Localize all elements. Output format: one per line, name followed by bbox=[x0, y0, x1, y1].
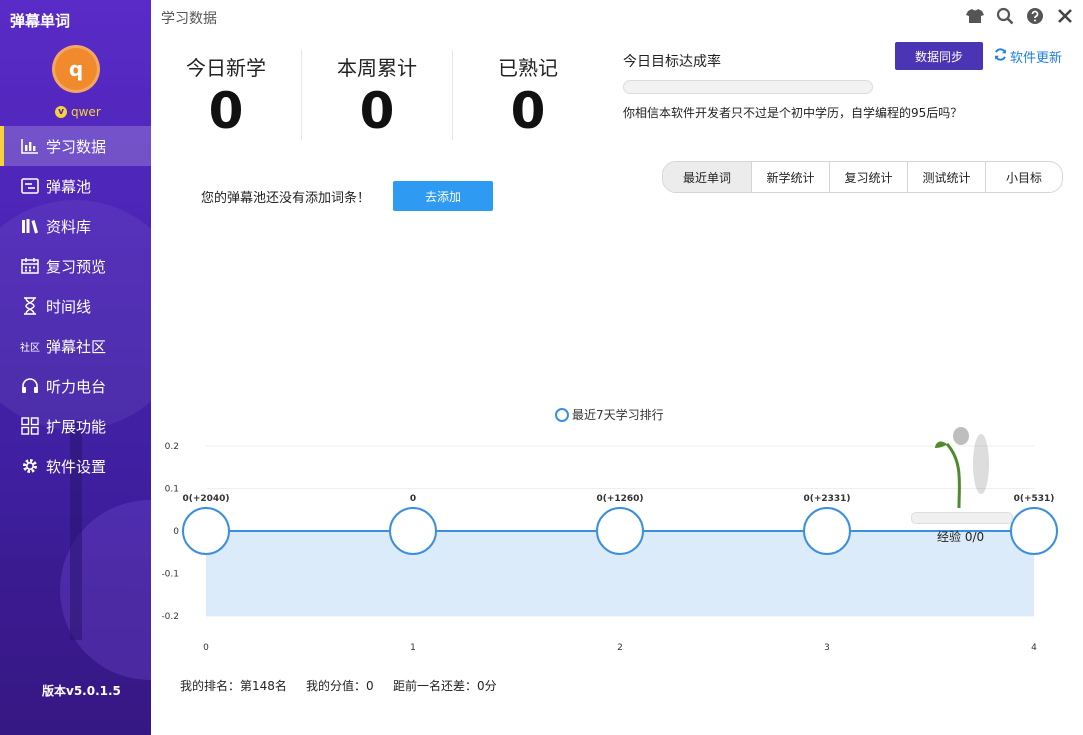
sidebar-item-library[interactable]: 资料库 bbox=[0, 206, 151, 246]
goal-progress-bar bbox=[623, 80, 873, 94]
main-panel: 学习数据 今日新学 0 本周累计 0 已熟记 0 今日目标达成率 你相信本软件开… bbox=[151, 0, 1083, 735]
data-label: 0(+2040) bbox=[182, 494, 229, 504]
data-point bbox=[596, 507, 644, 555]
sidebar-item-review-preview[interactable]: 复习预览 bbox=[0, 246, 151, 286]
y-tick-label: 0.1 bbox=[165, 485, 179, 495]
stat-today-new: 今日新学 0 bbox=[151, 52, 301, 141]
stats-tab-bar: 最近单词 新学统计 复习统计 测试统计 小目标 bbox=[662, 161, 1063, 193]
goal-note: 你相信本软件开发者只不过是个初中学历，自学编程的95后吗？ bbox=[623, 106, 963, 120]
community-icon: 社区 bbox=[20, 342, 40, 354]
data-label: 0(+2331) bbox=[803, 494, 850, 504]
username: qwer bbox=[71, 105, 101, 119]
my-rank: 我的排名：第148名 bbox=[180, 679, 287, 693]
software-update-link[interactable]: 软件更新 bbox=[994, 47, 1062, 66]
help-icon[interactable] bbox=[1025, 6, 1045, 26]
calendar-icon bbox=[20, 256, 40, 276]
legend-label: 最近7天学习排行 bbox=[572, 407, 664, 422]
stat-memorized: 已熟记 0 bbox=[453, 52, 603, 141]
data-point bbox=[803, 507, 851, 555]
sidebar-item-community[interactable]: 社区 弹幕社区 bbox=[0, 326, 151, 366]
y-tick-label: 0 bbox=[173, 527, 179, 537]
window-controls bbox=[965, 6, 1075, 26]
stat-value: 0 bbox=[208, 82, 244, 140]
x-tick-label: 2 bbox=[617, 643, 623, 653]
headphones-icon bbox=[20, 376, 40, 396]
x-tick-label: 4 bbox=[1031, 643, 1037, 653]
sidebar-item-label: 资料库 bbox=[46, 217, 92, 236]
sidebar-item-extensions[interactable]: 扩展功能 bbox=[0, 406, 151, 446]
add-entry-button[interactable]: 去添加 bbox=[393, 181, 493, 211]
sidebar-item-label: 时间线 bbox=[46, 297, 92, 316]
sidebar-item-label: 弹幕社区 bbox=[46, 337, 107, 356]
data-point bbox=[389, 507, 437, 555]
vip-badge-icon: v bbox=[55, 106, 67, 118]
experience-progress-bar bbox=[911, 512, 1013, 524]
shirt-icon[interactable] bbox=[965, 6, 985, 26]
tab-new-stats[interactable]: 新学统计 bbox=[752, 162, 830, 192]
page-title: 学习数据 bbox=[161, 11, 217, 27]
empty-pool-message: 您的弹幕池还没有添加词条！ bbox=[201, 191, 371, 206]
data-label: 0(+1260) bbox=[596, 494, 643, 504]
sprout-icon bbox=[935, 427, 989, 509]
y-tick-label: 0.2 bbox=[165, 442, 179, 452]
stat-value: 0 bbox=[359, 82, 395, 140]
refresh-icon bbox=[994, 48, 1007, 65]
bar-chart-icon bbox=[20, 136, 40, 156]
stat-label: 本周累计 bbox=[337, 56, 417, 80]
update-link-label: 软件更新 bbox=[1010, 51, 1063, 66]
tab-small-goal[interactable]: 小目标 bbox=[986, 162, 1062, 192]
sidebar: 弹幕单词 q v qwer 学习数据 弹幕池 资料库 复习预览 时间线 社区 弹… bbox=[0, 0, 151, 735]
sidebar-item-label: 软件设置 bbox=[46, 457, 107, 476]
score-gap: 距前一名还差：0分 bbox=[393, 679, 497, 693]
x-tick-label: 3 bbox=[824, 643, 830, 653]
experience-label: 经验 0/0 bbox=[937, 530, 985, 544]
sidebar-nav: 学习数据 弹幕池 资料库 复习预览 时间线 社区 弹幕社区 听力电台 扩展功能 … bbox=[0, 126, 151, 486]
search-icon[interactable] bbox=[995, 6, 1015, 26]
data-point bbox=[182, 507, 230, 555]
close-icon[interactable] bbox=[1055, 6, 1075, 26]
data-label: 0 bbox=[410, 494, 416, 504]
data-point bbox=[1010, 507, 1058, 555]
grid-icon bbox=[20, 416, 40, 436]
x-tick-label: 1 bbox=[410, 643, 416, 653]
goal-label: 今日目标达成率 bbox=[623, 54, 721, 70]
stat-value: 0 bbox=[510, 82, 546, 140]
data-sync-button[interactable]: 数据同步 bbox=[895, 42, 983, 70]
tab-recent-words[interactable]: 最近单词 bbox=[663, 162, 752, 192]
x-tick-label: 0 bbox=[203, 643, 209, 653]
user-info[interactable]: v qwer bbox=[55, 105, 101, 119]
sidebar-item-label: 弹幕池 bbox=[46, 177, 92, 196]
tab-review-stats[interactable]: 复习统计 bbox=[830, 162, 908, 192]
stat-label: 已熟记 bbox=[498, 56, 558, 80]
sidebar-item-danmaku-pool[interactable]: 弹幕池 bbox=[0, 166, 151, 206]
danmaku-icon bbox=[20, 176, 40, 196]
gear-icon bbox=[20, 456, 40, 476]
sidebar-item-timeline[interactable]: 时间线 bbox=[0, 286, 151, 326]
tab-test-stats[interactable]: 测试统计 bbox=[908, 162, 986, 192]
y-tick-label: -0.1 bbox=[161, 570, 179, 580]
app-title: 弹幕单词 bbox=[10, 12, 71, 30]
sidebar-item-settings[interactable]: 软件设置 bbox=[0, 446, 151, 486]
version-label: 版本v5.0.1.5 bbox=[42, 684, 121, 698]
data-label: 0(+531) bbox=[1014, 494, 1055, 504]
sidebar-item-radio[interactable]: 听力电台 bbox=[0, 366, 151, 406]
hourglass-icon bbox=[20, 296, 40, 316]
sidebar-item-label: 扩展功能 bbox=[46, 417, 107, 436]
avatar[interactable]: q bbox=[52, 45, 100, 93]
legend-marker bbox=[555, 408, 569, 422]
sidebar-item-label: 复习预览 bbox=[46, 257, 107, 276]
sidebar-item-study-data[interactable]: 学习数据 bbox=[0, 126, 151, 166]
stat-label: 今日新学 bbox=[186, 56, 266, 80]
sidebar-item-label: 学习数据 bbox=[46, 137, 107, 156]
my-score: 我的分值：0 bbox=[306, 679, 374, 693]
sidebar-item-label: 听力电台 bbox=[46, 377, 107, 396]
books-icon bbox=[20, 216, 40, 236]
stat-week-total: 本周累计 0 bbox=[302, 52, 452, 141]
y-tick-label: -0.2 bbox=[161, 612, 179, 622]
